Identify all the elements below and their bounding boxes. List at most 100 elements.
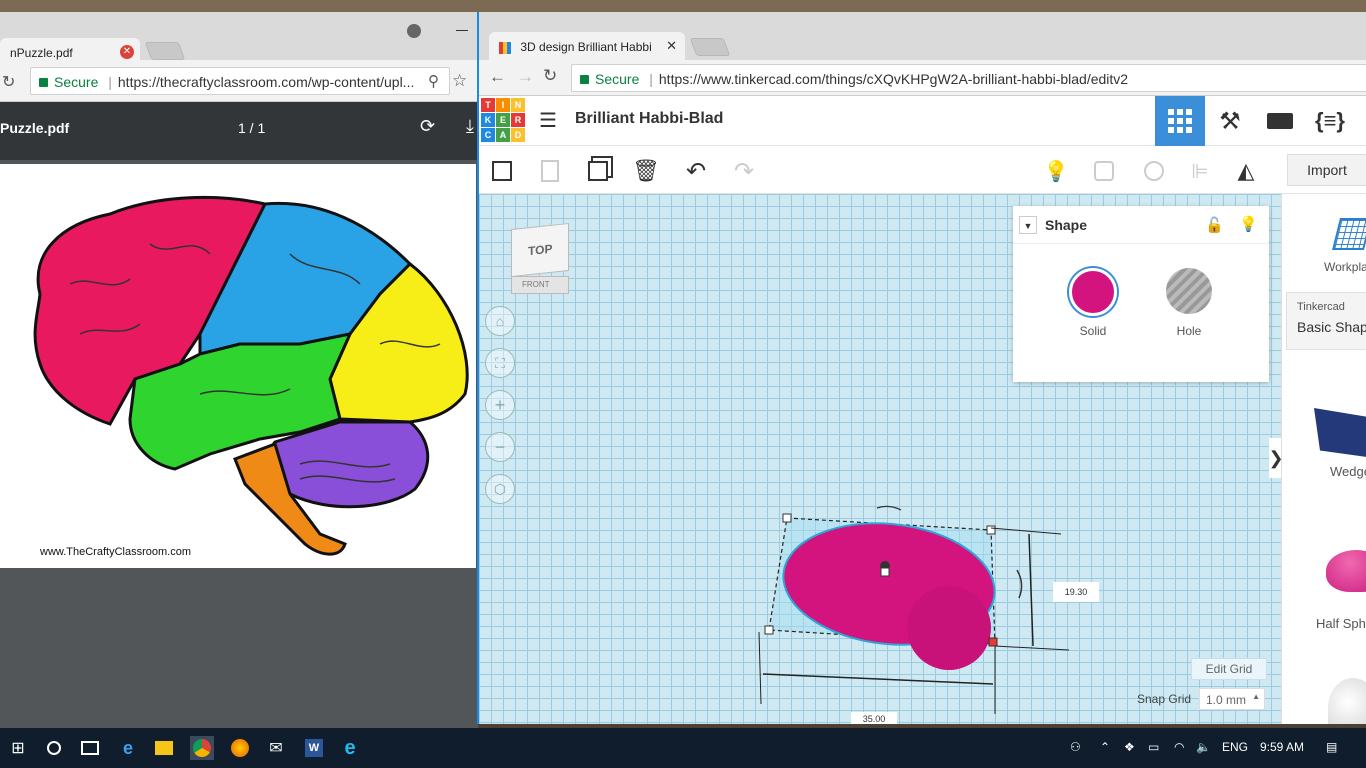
align-button[interactable]: ⊫ xyxy=(1185,156,1215,186)
chrome-button[interactable] xyxy=(190,736,214,760)
solid-swatch[interactable] xyxy=(1069,268,1117,316)
tab-tinkercad[interactable]: 3D design Brilliant Habbi ✕ xyxy=(489,32,685,60)
file-explorer-button[interactable] xyxy=(152,736,176,760)
hole-label: Hole xyxy=(1176,324,1202,338)
redo-icon: ↷ xyxy=(733,157,755,185)
address-bar-row: ↻ Secure | https://thecraftyclassroom.com… xyxy=(0,60,478,102)
ungroup-button[interactable] xyxy=(1139,156,1169,186)
firefox-button[interactable] xyxy=(228,736,252,760)
task-view-button[interactable] xyxy=(78,736,102,760)
logo-letter: I xyxy=(496,98,510,112)
mirror-button[interactable]: ◭ xyxy=(1231,156,1261,186)
collapse-icon[interactable]: ▼ xyxy=(1019,216,1037,234)
hole-swatch[interactable] xyxy=(1166,268,1212,314)
snap-grid-select[interactable]: 1.0 mm ▲ xyxy=(1199,688,1265,710)
volume-icon[interactable]: 🔈 xyxy=(1196,740,1211,754)
design-title[interactable]: Brilliant Habbi-Blad xyxy=(575,110,723,128)
code-blocks-button[interactable]: {≡} xyxy=(1305,96,1355,146)
wifi-icon[interactable]: ◠ xyxy=(1174,740,1184,754)
word-button[interactable]: W xyxy=(302,736,326,760)
cortana-button[interactable] xyxy=(42,736,66,760)
rotate-icon[interactable]: ⟳ xyxy=(420,116,435,137)
bricks-view-button[interactable] xyxy=(1255,96,1305,146)
language-indicator[interactable]: ENG xyxy=(1222,740,1248,754)
perspective-button[interactable]: ⬡ xyxy=(485,474,515,504)
new-tab-button[interactable] xyxy=(689,38,731,56)
pdf-filename: Puzzle.pdf xyxy=(0,120,70,136)
bookmark-star-icon[interactable]: ☆ xyxy=(452,71,467,91)
forward-icon[interactable]: → xyxy=(517,67,534,87)
align-icon: ⊫ xyxy=(1191,160,1209,183)
edit-grid-label: Edit Grid xyxy=(1205,662,1253,676)
reload-icon[interactable]: ↻ xyxy=(2,72,15,92)
pdf-viewport[interactable]: www.TheCraftyClassroom.com xyxy=(0,160,478,728)
shape-inspector-panel: ▼ Shape 🔓 💡 Solid Hole xyxy=(1013,206,1269,382)
shape-library-select[interactable]: Tinkercad Basic Shap xyxy=(1286,292,1366,350)
mail-button[interactable]: ✉ xyxy=(264,736,288,760)
solid-option[interactable]: Solid xyxy=(1063,268,1123,338)
secure-label: Secure xyxy=(54,74,99,90)
zoom-out-button[interactable]: − xyxy=(485,432,515,462)
tinkercad-logo[interactable]: T I N K E R C A D xyxy=(481,98,525,142)
dropbox-icon[interactable]: ❖ xyxy=(1124,740,1135,754)
reload-icon[interactable]: ↻ xyxy=(543,66,557,86)
download-icon[interactable]: ⤓ xyxy=(466,116,474,137)
hole-option[interactable]: Hole xyxy=(1159,268,1219,338)
workplane-canvas[interactable]: TOP FRONT ⌂ ⛶ + − ⬡ 19.30 35.00 ▼ Shape … xyxy=(479,194,1284,724)
shape-item-wedge[interactable]: Wedge xyxy=(1282,400,1366,490)
tinkercad-browser-window: 3D design Brilliant Habbi ✕ ← → ↻ Secure… xyxy=(477,12,1366,724)
view-cube-top-face[interactable]: TOP xyxy=(511,222,569,278)
search-icon[interactable]: ⚲ xyxy=(428,72,439,90)
selected-shape-group[interactable] xyxy=(749,504,1089,724)
fit-view-button[interactable]: ⛶ xyxy=(485,348,515,378)
minus-icon: − xyxy=(494,436,506,457)
chevron-up-icon[interactable]: ⌃ xyxy=(1100,740,1110,754)
lightbulb-icon[interactable]: 💡 xyxy=(1239,215,1258,233)
close-tab-icon[interactable]: ✕ xyxy=(666,38,677,54)
grid-view-button[interactable] xyxy=(1155,96,1205,146)
shape-item-half-sphere[interactable]: Half Sph xyxy=(1282,540,1366,631)
view-cube[interactable]: TOP FRONT xyxy=(509,222,569,296)
copy-icon xyxy=(492,161,512,181)
lock-shape-icon[interactable]: 🔓 xyxy=(1205,216,1224,234)
duplicate-button[interactable] xyxy=(583,156,613,186)
paste-button[interactable] xyxy=(535,156,565,186)
back-icon[interactable]: ← xyxy=(489,67,506,87)
close-tab-icon[interactable]: ✕ xyxy=(120,45,134,59)
workplane-tool[interactable]: Workpla xyxy=(1322,206,1366,276)
profile-icon[interactable] xyxy=(407,24,421,38)
home-view-button[interactable]: ⌂ xyxy=(485,306,515,336)
redo-button[interactable]: ↷ xyxy=(729,156,759,186)
design-menu-icon[interactable]: ☰ xyxy=(539,108,557,133)
pdf-page: www.TheCraftyClassroom.com xyxy=(0,164,476,568)
duplicate-icon xyxy=(588,161,608,181)
group-button[interactable] xyxy=(1089,156,1119,186)
ungroup-icon xyxy=(1144,161,1164,181)
clock[interactable]: 9:59 AM xyxy=(1260,740,1304,754)
fit-icon: ⛶ xyxy=(495,354,505,371)
delete-button[interactable]: 🗑 xyxy=(631,156,661,186)
build-view-button[interactable]: ⚒ xyxy=(1205,96,1255,146)
url-field[interactable]: Secure | https://www.tinkercad.com/things… xyxy=(571,64,1366,92)
battery-icon[interactable]: ▭ xyxy=(1148,740,1159,754)
view-cube-front-face[interactable]: FRONT xyxy=(511,276,569,294)
undo-button[interactable]: ↶ xyxy=(681,156,711,186)
new-tab-button[interactable] xyxy=(144,42,186,60)
notes-button[interactable]: 💡 xyxy=(1041,156,1071,186)
brain-illustration xyxy=(33,195,469,556)
width-dimension-box[interactable]: 35.00 xyxy=(851,712,897,724)
edge-button[interactable]: e xyxy=(116,736,140,760)
height-dimension-box[interactable]: 19.30 xyxy=(1053,582,1099,602)
url-field[interactable]: Secure | https://thecraftyclassroom.com/w… xyxy=(30,67,450,95)
minimize-icon[interactable] xyxy=(456,30,468,31)
import-button[interactable]: Import xyxy=(1287,154,1366,186)
action-center-icon[interactable]: ▤ xyxy=(1326,740,1337,754)
copy-button[interactable] xyxy=(487,156,517,186)
people-icon[interactable]: ⚇ xyxy=(1070,740,1081,754)
edit-grid-button[interactable]: Edit Grid xyxy=(1191,658,1267,680)
home-icon: ⌂ xyxy=(495,313,505,329)
ie-button[interactable]: e xyxy=(338,736,362,760)
paraboloid-icon[interactable] xyxy=(1328,678,1366,724)
start-button[interactable]: ⊞ xyxy=(6,736,30,760)
zoom-in-button[interactable]: + xyxy=(485,390,515,420)
